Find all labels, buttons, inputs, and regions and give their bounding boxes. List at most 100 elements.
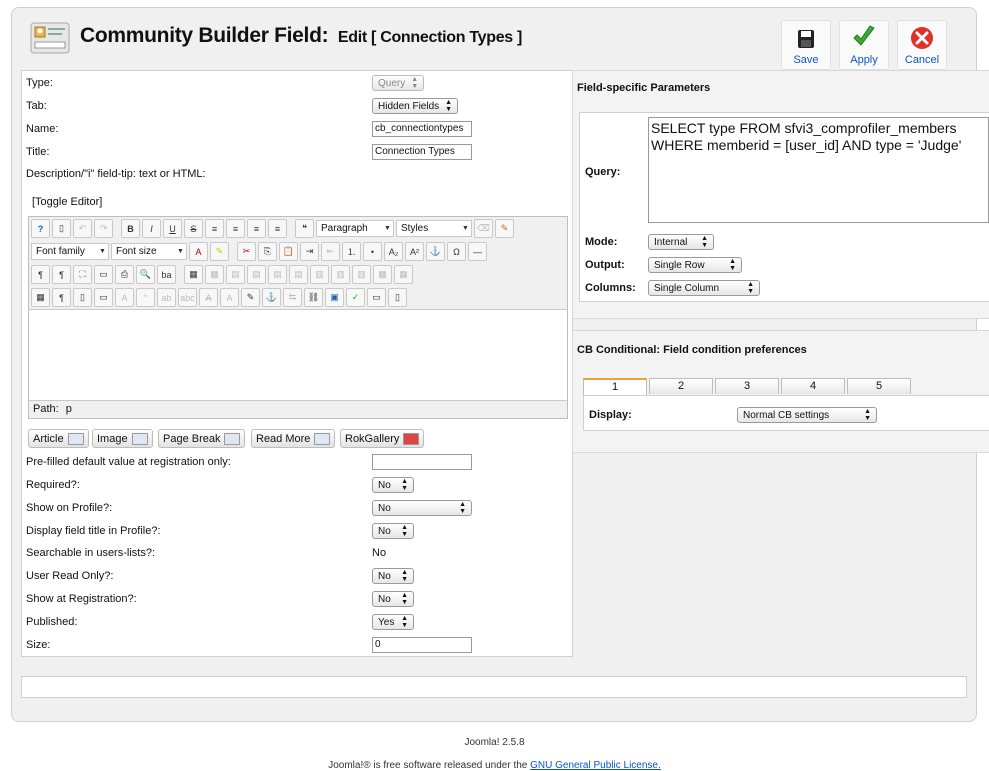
tab-5[interactable]: 5 <box>847 378 911 394</box>
name-input[interactable]: cb_connectiontypes <box>372 121 472 137</box>
blockquote-icon[interactable]: ❝ <box>295 219 314 238</box>
license-link[interactable]: GNU General Public License. <box>530 760 661 771</box>
size-input[interactable]: 0 <box>372 637 472 653</box>
strikethrough-icon[interactable]: S <box>184 219 203 238</box>
align-justify-icon[interactable]: ≡ <box>205 219 224 238</box>
paste-icon[interactable]: 📋 <box>279 242 298 261</box>
article-button[interactable]: Article <box>28 429 89 448</box>
cleanup-icon[interactable]: ✎ <box>495 219 514 238</box>
insert-row-after-icon[interactable]: ▤ <box>268 265 287 284</box>
del-icon[interactable]: A <box>199 288 218 307</box>
superscript-icon[interactable]: A² <box>405 242 424 261</box>
visual-aid-icon[interactable]: ▦ <box>31 288 50 307</box>
published-select[interactable]: Yes ▲ ▼ <box>372 614 414 630</box>
tab-3[interactable]: 3 <box>715 378 779 394</box>
toggle-editor-link[interactable]: [Toggle Editor] <box>32 196 102 208</box>
cite-icon[interactable]: ab <box>157 288 176 307</box>
highlight-color-icon[interactable]: ✎ <box>210 242 229 261</box>
align-left-icon[interactable]: ≡ <box>247 219 266 238</box>
help-icon[interactable]: ? <box>31 219 50 238</box>
spellcheck-icon[interactable]: ✓ <box>346 288 365 307</box>
image-icon[interactable]: ▣ <box>325 288 344 307</box>
cancel-button[interactable]: Cancel <box>897 20 947 70</box>
cut-icon[interactable]: ✂ <box>237 242 256 261</box>
col-after-icon[interactable]: ▥ <box>331 265 350 284</box>
save-button[interactable]: Save <box>781 20 831 70</box>
rtl-icon[interactable]: ¶ <box>52 265 71 284</box>
copy-icon[interactable]: ⎘ <box>258 242 277 261</box>
readonly-select[interactable]: No ▲ ▼ <box>372 568 414 584</box>
image-button[interactable]: Image <box>92 429 153 448</box>
move-backward-icon[interactable]: ⇆ <box>283 288 302 307</box>
abbr-icon[interactable]: “ <box>136 288 155 307</box>
display-select[interactable]: Normal CB settings ▲ ▼ <box>737 407 877 423</box>
read-more-button[interactable]: Read More <box>251 429 336 448</box>
subscript-icon[interactable]: A₂ <box>384 242 403 261</box>
italic-icon[interactable]: I <box>142 219 161 238</box>
acronym-icon[interactable]: abc <box>178 288 197 307</box>
tab-2[interactable]: 2 <box>649 378 713 394</box>
horizontal-rule-icon[interactable]: — <box>468 242 487 261</box>
find-icon[interactable]: 🔍 <box>136 265 155 284</box>
charmap-icon[interactable]: Ω <box>447 242 466 261</box>
merge-cells-icon[interactable]: ▦ <box>373 265 392 284</box>
link-icon[interactable]: ⛓ <box>304 288 323 307</box>
text-color-icon[interactable]: A <box>189 242 208 261</box>
columns-select[interactable]: Single Column ▲ ▼ <box>648 280 760 296</box>
underline-icon[interactable]: U <box>163 219 182 238</box>
pagebreak-icon[interactable]: ▯ <box>388 288 407 307</box>
delete-row-icon[interactable]: ▤ <box>289 265 308 284</box>
fullscreen-icon[interactable]: ⛶ <box>73 265 92 284</box>
split-cells-icon[interactable]: ▦ <box>394 265 413 284</box>
title-input[interactable]: Connection Types <box>372 144 472 160</box>
attribs-icon[interactable]: ✎ <box>241 288 260 307</box>
insert-row-before-icon[interactable]: ▤ <box>247 265 266 284</box>
insert-layer-icon[interactable]: ⚓ <box>262 288 281 307</box>
mode-select[interactable]: Internal ▲ ▼ <box>648 234 714 250</box>
outdent-icon[interactable]: ⇤ <box>321 242 340 261</box>
template-icon[interactable]: ▯ <box>73 288 92 307</box>
align-center-icon[interactable]: ≡ <box>226 219 245 238</box>
styles-select[interactable]: Styles ▼ <box>396 220 472 237</box>
new-document-icon[interactable]: ▯ <box>52 219 71 238</box>
editor-content-area[interactable] <box>29 309 567 401</box>
output-select[interactable]: Single Row ▲ ▼ <box>648 257 742 273</box>
styleprops-icon[interactable]: A <box>115 288 134 307</box>
col-before-icon[interactable]: ▥ <box>310 265 329 284</box>
print-icon[interactable]: ⎙ <box>115 265 134 284</box>
prefilled-input[interactable] <box>372 454 472 470</box>
anchor-icon[interactable]: ⚓ <box>426 242 445 261</box>
table-icon[interactable]: ▦ <box>184 265 203 284</box>
tab-4[interactable]: 4 <box>781 378 845 394</box>
rokgallery-button[interactable]: RokGallery <box>340 429 425 448</box>
ltr-icon[interactable]: ¶ <box>31 265 50 284</box>
show-profile-select[interactable]: No ▲ ▼ <box>372 500 472 516</box>
media-icon[interactable]: ▭ <box>367 288 386 307</box>
show-blocks-icon[interactable]: ¶ <box>52 288 71 307</box>
ins-icon[interactable]: A <box>220 288 239 307</box>
eraser-icon[interactable]: ⌫ <box>474 219 493 238</box>
format-select[interactable]: Paragraph ▼ <box>316 220 394 237</box>
indent-icon[interactable]: ⇥ <box>300 242 319 261</box>
tab-select[interactable]: Hidden Fields ▲ ▼ <box>372 98 459 114</box>
preview-icon[interactable]: ▭ <box>94 265 113 284</box>
type-select[interactable]: Query ▲ ▼ <box>372 75 425 91</box>
row-props-icon[interactable]: ▤ <box>226 265 245 284</box>
page-break-button[interactable]: Page Break <box>158 429 246 448</box>
delete-col-icon[interactable]: ▥ <box>352 265 371 284</box>
redo-icon[interactable]: ↷ <box>94 219 113 238</box>
replace-icon[interactable]: ba <box>157 265 176 284</box>
query-textarea[interactable]: SELECT type FROM sfvi3_comprofiler_membe… <box>648 117 989 223</box>
display-title-select[interactable]: No ▲ ▼ <box>372 523 414 539</box>
delete-table-icon[interactable]: ▦ <box>205 265 224 284</box>
show-registration-select[interactable]: No ▲ ▼ <box>372 591 414 607</box>
apply-button[interactable]: Apply <box>839 20 889 70</box>
font-size-select[interactable]: Font size ▼ <box>111 243 187 260</box>
path-value[interactable]: p <box>66 403 72 415</box>
align-right-icon[interactable]: ≡ <box>268 219 287 238</box>
bullet-list-icon[interactable]: • <box>363 242 382 261</box>
bold-icon[interactable]: B <box>121 219 140 238</box>
undo-icon[interactable]: ↶ <box>73 219 92 238</box>
font-family-select[interactable]: Font family ▼ <box>31 243 109 260</box>
non-break-icon[interactable]: ▭ <box>94 288 113 307</box>
